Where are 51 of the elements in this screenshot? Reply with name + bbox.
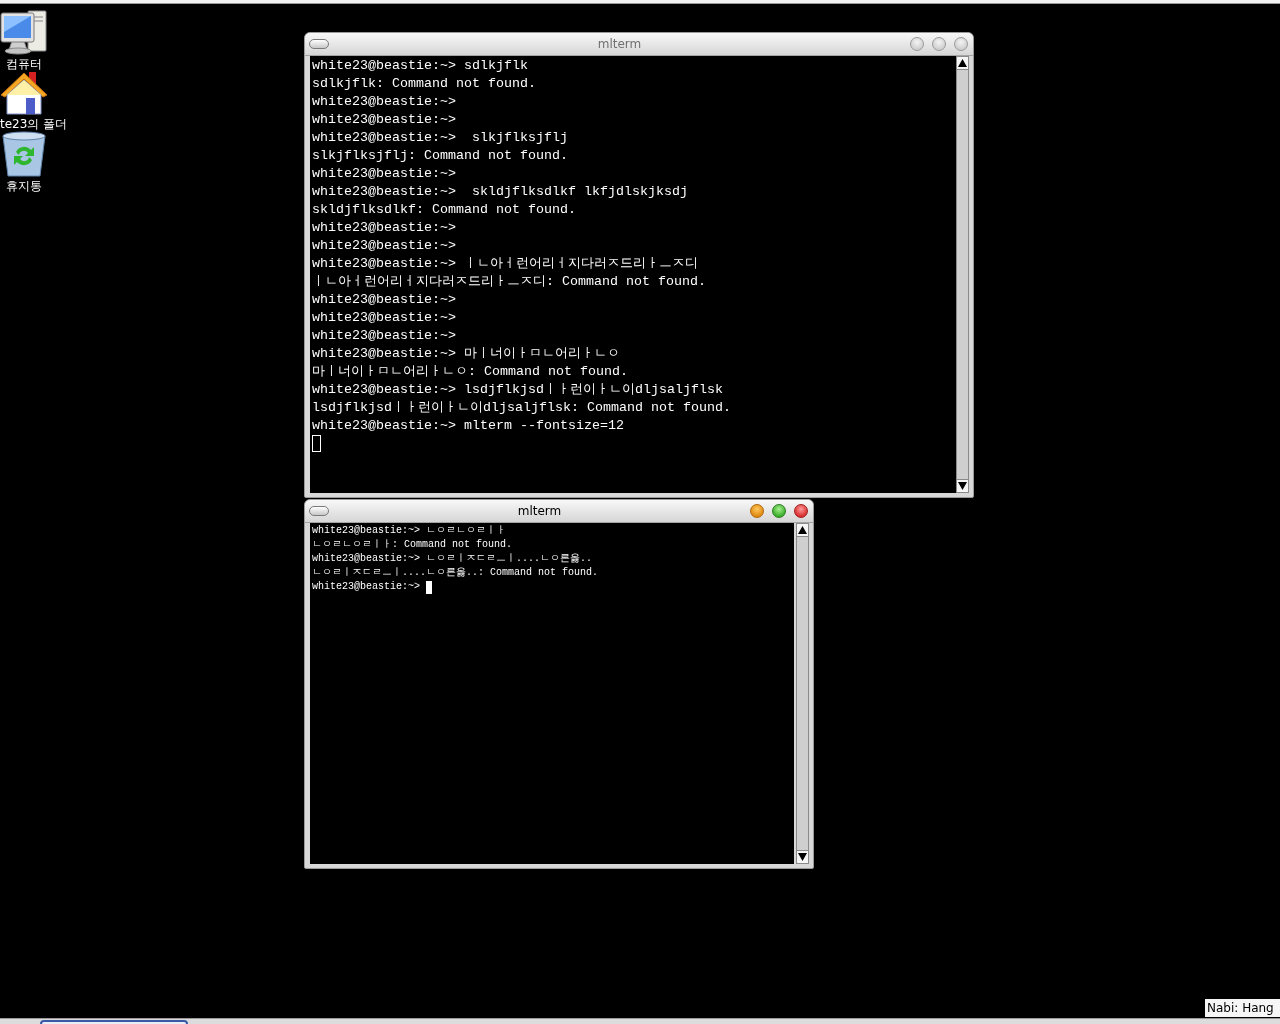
terminal-line: white23@beastie:~> [312, 237, 456, 255]
terminal-line: sdlkjflk: Command not found. [312, 75, 536, 93]
toolbar-toggle-button[interactable] [309, 39, 329, 49]
terminal-line: white23@beastie:~> [312, 111, 456, 129]
desktop-icon-label[interactable]: 컴퓨터 [0, 57, 48, 71]
terminal-line: ㄴㅇㄹㄴㅇㄹㅣㅏ: Command not found. [312, 538, 513, 552]
up-triangle-icon [958, 59, 967, 67]
minimize-button[interactable] [750, 504, 764, 518]
trash-can-icon[interactable] [0, 130, 48, 178]
terminal-line: white23@beastie:~> [312, 580, 421, 594]
desktop-icon-label[interactable]: te23의 폴더 [0, 117, 68, 131]
terminal-line: white23@beastie:~> lsdjflkjsdㅣㅏ런이ㅏㄴ이dljsaljflsk [312, 381, 723, 399]
terminal-line: lsdjflkjsdㅣㅏ런이ㅏㄴ이dljsaljflsk: Command not found. [312, 399, 731, 417]
toolbar-toggle-button[interactable] [309, 506, 329, 516]
scroll-down-button[interactable] [957, 479, 968, 492]
terminal-line: white23@beastie:~> slkjflksjflj [312, 129, 568, 147]
close-button[interactable] [794, 504, 808, 518]
down-triangle-icon [958, 482, 967, 490]
terminal-line: white23@beastie:~> ㄴㅇㄹㄴㅇㄹㅣㅏ [312, 524, 507, 538]
terminal-line: white23@beastie:~> [312, 219, 456, 237]
terminal-line: white23@beastie:~> [312, 93, 456, 111]
scrollbar[interactable] [956, 56, 969, 493]
terminal-screen[interactable] [310, 56, 956, 493]
terminal-screen[interactable]: white23@beastie:~> ㄴㅇㄹㄴㅇㄹㅣㅏ ㄴㅇㄹㄴㅇㄹㅣㅏ: Command not found. white23@beastie:~> ㄴㅇㄹㅣㅈㄷㄹㅡㅣ....ㄴㅇ른옳.. ㄴㅇㄹㅣㅈㄷㄹㅡㅣ....ㄴㅇ른옳..: Command not found. white23@beastie:~> [310, 523, 794, 864]
terminal-line: white23@beastie:~> [312, 309, 456, 327]
window-title: mlterm [597, 37, 642, 51]
terminal-line: white23@beastie:~> 마ㅣ너이ㅏㅁㄴ어리ㅏㄴㅇ [312, 345, 620, 363]
up-triangle-icon [798, 526, 807, 534]
terminal-line: slkjflksjflj: Command not found. [312, 147, 568, 165]
terminal-line: 마ㅣ너이ㅏㅁㄴ어리ㅏㄴㅇ: Command not found. [312, 363, 628, 381]
terminal-line: white23@beastie:~> sdlkjflk [312, 57, 528, 75]
terminal-line: white23@beastie:~> ㅣㄴ아ㅓ런어리ㅓ지다러ㅈ드리ㅏㅡㅈ디 [312, 255, 698, 273]
scroll-up-button[interactable] [957, 57, 968, 70]
maximize-button[interactable] [772, 504, 786, 518]
terminal-line: white23@beastie:~> skldjflksdlkf lkfjdlskjksdj [312, 183, 688, 201]
terminal-line: white23@beastie:~> mlterm --fontsize=12 [312, 417, 624, 435]
terminal-line: white23@beastie:~> [312, 291, 456, 309]
down-triangle-icon [798, 853, 807, 861]
scrollbar[interactable] [796, 523, 809, 864]
terminal-line: white23@beastie:~> ㄴㅇㄹㅣㅈㄷㄹㅡㅣ....ㄴㅇ른옳.. [312, 552, 593, 566]
terminal-line: ㄴㅇㄹㅣㅈㄷㄹㅡㅣ....ㄴㅇ른옳..: Command not found. [312, 566, 599, 580]
terminal-line: white23@beastie:~> [312, 165, 456, 183]
scroll-down-button[interactable] [797, 850, 808, 863]
desktop-icon-label[interactable]: 휴지통 [0, 179, 48, 193]
terminal-line: ㅣㄴ아ㅓ런어리ㅓ지다러ㅈ드리ㅏㅡㅈ디: Command not found. [312, 273, 706, 291]
tooltip: Nabi: Hang [1204, 998, 1280, 1018]
scroll-up-button[interactable] [797, 524, 808, 537]
window-title: mlterm [517, 504, 562, 518]
computer-icon[interactable] [0, 8, 48, 56]
terminal-line: white23@beastie:~> [312, 327, 456, 345]
terminal-line: skldjflksdlkf: Command not found. [312, 201, 576, 219]
